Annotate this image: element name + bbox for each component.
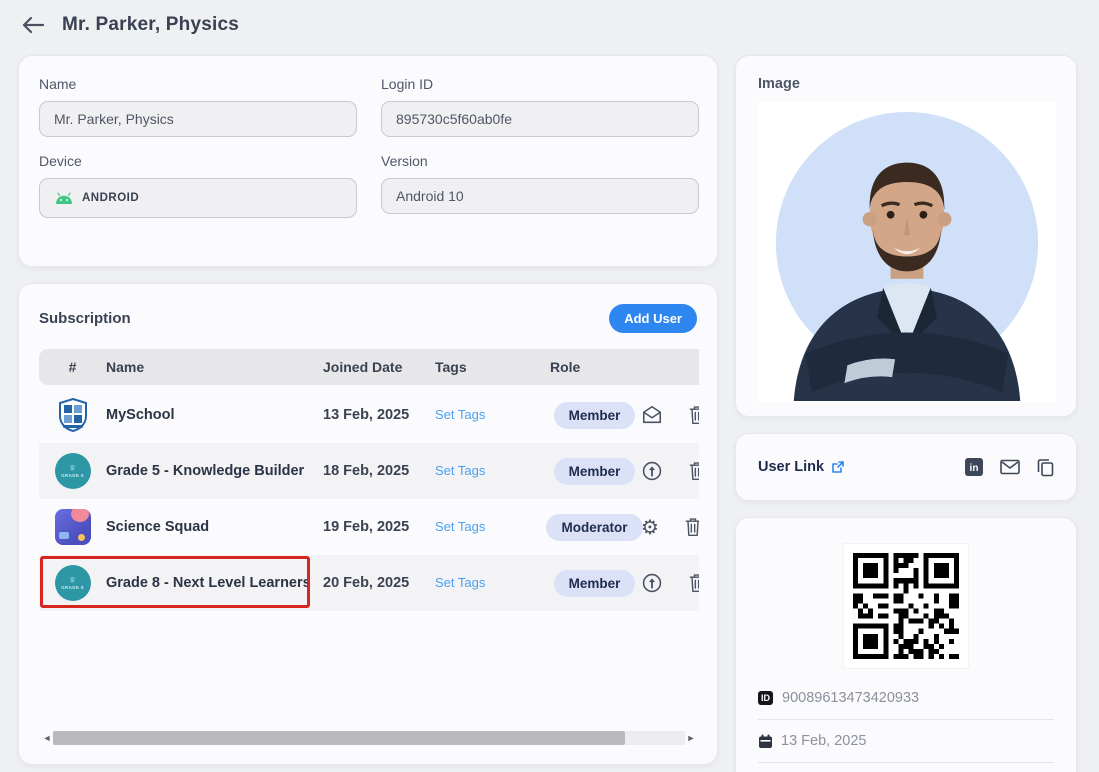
joined-date: 20 Feb, 2025 [323,575,435,591]
version-input[interactable] [381,178,699,214]
name-field-group: Name [39,76,357,137]
profile-card: Name Login ID Device ANDROID Version [18,55,718,267]
page-title: Mr. Parker, Physics [62,14,239,36]
trash-icon[interactable] [687,404,699,426]
role-badge: Moderator [546,514,642,541]
mail-open-icon[interactable] [641,404,663,426]
back-button[interactable] [18,10,48,40]
group-name: Grade 5 - Knowledge Builder [106,463,323,479]
external-link-icon [831,460,845,474]
device-label: Device [39,153,357,169]
trash-icon[interactable] [687,572,699,594]
qr-card: ID 90089613473420933 13 Feb, 2025 [735,517,1077,772]
image-card: Image [735,55,1077,417]
id-badge-icon: ID [758,691,773,705]
group-name: Science Squad [106,519,323,535]
version-field-group: Version [381,153,699,218]
table-row[interactable]: ♕GRADE 5 Grade 5 - Knowledge Builder 18 … [39,443,699,499]
trash-icon[interactable] [683,516,699,538]
copy-icon[interactable] [1037,458,1054,477]
qr-code [844,544,968,668]
grade-8-avatar: ♕GRADE 8 [55,565,91,601]
linkedin-icon[interactable]: in [965,458,983,476]
device-field-group: Device ANDROID [39,153,357,218]
device-field[interactable]: ANDROID [39,178,357,218]
mail-icon[interactable] [1000,459,1020,475]
joined-date-value: 13 Feb, 2025 [781,733,866,749]
set-tags-link[interactable]: Set Tags [435,407,485,422]
set-tags-link[interactable]: Set Tags [435,519,485,534]
col-header-joined: Joined Date [323,359,435,375]
table-header-row: # Name Joined Date Tags Role Action [39,349,699,385]
scroll-right-arrow-icon[interactable]: ► [685,730,697,746]
add-user-button[interactable]: Add User [609,304,697,333]
version-label: Version [381,153,699,169]
set-tags-link[interactable]: Set Tags [435,575,485,590]
android-icon [54,192,74,205]
user-link[interactable]: User Link [758,459,845,475]
table-row[interactable]: ♕GRADE 8 Grade 8 - Next Level Learners 2… [39,555,699,611]
divider [758,762,1054,763]
joined-date: 18 Feb, 2025 [323,463,435,479]
user-link-card: User Link in [735,433,1077,501]
grade-5-avatar: ♕GRADE 5 [55,453,91,489]
page-header: Mr. Parker, Physics [18,8,239,42]
login-id-label: Login ID [381,76,699,92]
role-badge: Member [554,570,636,597]
divider [758,719,1054,720]
subscription-card: Subscription Add User # Name Joined Date… [18,283,718,765]
science-squad-avatar [55,509,91,545]
user-id-value: 90089613473420933 [782,690,919,706]
scroll-left-arrow-icon[interactable]: ◄ [41,730,53,746]
name-input[interactable] [39,101,357,137]
subscription-title: Subscription [39,310,131,327]
scrollbar-thumb[interactable] [53,731,625,745]
col-header-tags: Tags [435,359,520,375]
device-value: ANDROID [82,192,139,204]
promote-circle-icon[interactable] [641,572,663,594]
trash-icon[interactable] [687,460,699,482]
col-header-action: Action [669,359,699,375]
calendar-icon [758,734,773,749]
group-name: Grade 8 - Next Level Learners [106,575,323,591]
table-row[interactable]: Science Squad 19 Feb, 2025 Set Tags Mode… [39,499,699,555]
col-header-role: Role [520,359,669,375]
gear-icon[interactable]: ⚙ [641,516,659,538]
subscription-table: # Name Joined Date Tags Role Action MySc… [39,349,699,611]
col-header-num: # [39,359,106,375]
promote-circle-icon[interactable] [641,460,663,482]
name-label: Name [39,76,357,92]
set-tags-link[interactable]: Set Tags [435,463,485,478]
joined-date: 13 Feb, 2025 [323,407,435,423]
scrollbar-track[interactable] [53,731,685,745]
role-badge: Member [554,458,636,485]
school-crest-avatar [55,397,91,433]
image-card-title: Image [758,76,1054,92]
role-badge: Member [554,402,636,429]
joined-date: 19 Feb, 2025 [323,519,435,535]
col-header-name: Name [106,359,323,375]
profile-photo [758,102,1056,402]
user-link-label: User Link [758,459,824,475]
group-name: MySchool [106,407,323,423]
login-id-input[interactable] [381,101,699,137]
horizontal-scrollbar[interactable]: ◄ ► [41,730,697,746]
svg-text:in: in [970,463,979,474]
login-id-field-group: Login ID [381,76,699,137]
table-row[interactable]: MySchool 13 Feb, 2025 Set Tags Member [39,387,699,443]
